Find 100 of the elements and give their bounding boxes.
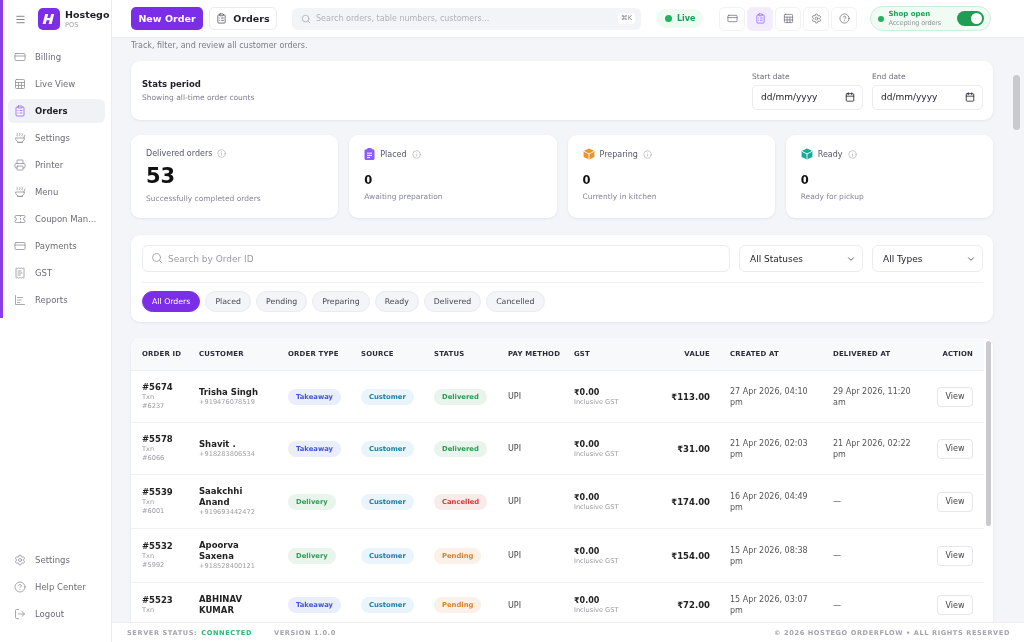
view-button[interactable]: View [937, 491, 973, 512]
calendar-icon[interactable] [845, 91, 855, 102]
order-value: ₹113.00 [671, 391, 710, 402]
menu-icon[interactable] [15, 13, 26, 25]
stat-label: Ready [817, 149, 843, 159]
date-field[interactable]: dd/mm/yyyy [872, 84, 983, 110]
customer-name: Shavit . [199, 438, 236, 450]
order-id: #5532 [142, 541, 173, 552]
status-select[interactable]: All Statuses [739, 245, 863, 272]
view-button[interactable]: View [937, 438, 973, 459]
receipt-icon [14, 267, 26, 279]
clipboard-icon [216, 13, 228, 24]
stat-value: 0 [800, 173, 810, 187]
toolbar-button[interactable] [747, 6, 774, 31]
info-icon [217, 149, 227, 158]
orders-button[interactable]: Orders [209, 7, 277, 30]
sidebar-item[interactable]: Settings [8, 548, 105, 572]
sidebar-item[interactable]: Billing [8, 45, 105, 69]
customer-name: Trisha Singh [199, 386, 258, 398]
sidebar-item[interactable]: Reports [8, 288, 105, 312]
pay-method: UPI [508, 550, 522, 561]
settings-icon [14, 554, 26, 566]
info-icon [642, 149, 652, 159]
clipboard-icon [14, 105, 26, 117]
pay-method: UPI [508, 391, 522, 402]
settings-icon [811, 13, 822, 24]
sidebar-item[interactable]: Orders [8, 99, 105, 123]
sidebar-item[interactable]: Payments [8, 234, 105, 258]
sidebar-item[interactable]: GST [8, 261, 105, 285]
logo-icon [38, 8, 60, 30]
created-at: 27 Apr 2026, 04:10 pm [730, 385, 809, 408]
sidebar-item[interactable]: Settings [8, 126, 105, 150]
scrollbar-thumb[interactable] [1013, 75, 1020, 130]
sidebar-item[interactable]: Help Center [8, 575, 105, 599]
pay-method: UPI [508, 496, 522, 507]
view-button[interactable]: View [937, 545, 973, 566]
sidebar-item[interactable]: Printer [8, 153, 105, 177]
view-button[interactable]: View [937, 386, 973, 407]
gst-amount: ₹0.00 [574, 545, 600, 557]
period-title: Stats period [142, 78, 202, 90]
help-icon [839, 13, 850, 24]
date-field[interactable]: dd/mm/yyyy [752, 84, 863, 110]
created-at: 15 Apr 2026, 03:07 pm [730, 594, 809, 616]
info-icon [847, 149, 857, 159]
search-field[interactable]: Search by Order ID [142, 245, 730, 272]
help-icon [14, 581, 26, 593]
view-button[interactable]: View [937, 595, 973, 615]
search-icon [151, 252, 163, 264]
new-order-button[interactable]: New Order [131, 7, 203, 30]
pay-method: UPI [508, 443, 522, 454]
toolbar-button[interactable] [775, 6, 802, 31]
app-name: Hostego [65, 8, 110, 21]
delivered-at: — [833, 496, 841, 507]
page-subtitle: Track, filter, and review all customer orders. [131, 40, 309, 52]
order-id: #5523 [142, 595, 173, 606]
delivered-at: 29 Apr 2026, 11:20 am [833, 385, 912, 408]
stat-value: 53 [146, 164, 177, 188]
sidebar-item[interactable]: Coupon Man... [8, 207, 105, 231]
stat-label: Preparing [599, 149, 638, 159]
order-value: ₹31.00 [677, 443, 710, 454]
type-select[interactable]: All Types [872, 245, 983, 272]
stat-label: Delivered orders [146, 149, 213, 158]
created-at: 21 Apr 2026, 02:03 pm [730, 437, 809, 460]
table-icon [783, 13, 794, 24]
info-icon [411, 149, 421, 159]
card-icon [727, 13, 738, 24]
sidebar-item[interactable]: Logout [8, 602, 105, 626]
toolbar-button[interactable] [803, 6, 830, 31]
customer-name: Saakchhi Anand [199, 486, 244, 508]
order-id: #5674 [142, 382, 173, 393]
bar-chart-icon [14, 294, 26, 306]
card-icon [14, 240, 26, 252]
toolbar-button[interactable] [831, 6, 858, 31]
customer-name: ABHINAV KUMAR [199, 594, 244, 616]
gst-amount: ₹0.00 [574, 491, 600, 503]
order-id: #5539 [142, 487, 173, 498]
ticket-icon [14, 213, 26, 225]
pay-method: UPI [508, 599, 522, 611]
delivered-at: — [833, 599, 841, 611]
order-value: ₹174.00 [671, 496, 710, 507]
gst-amount: ₹0.00 [574, 595, 600, 606]
customer-name: Apoorva Saxena [199, 540, 240, 562]
scrollbar-thumb[interactable] [986, 341, 991, 526]
bowl-icon [14, 132, 26, 144]
logout-icon [14, 608, 26, 620]
search-icon [301, 13, 311, 24]
gst-amount: ₹0.00 [574, 386, 600, 398]
toolbar-button[interactable] [719, 6, 746, 31]
created-at: 15 Apr 2026, 08:38 pm [730, 544, 809, 567]
created-at: 16 Apr 2026, 04:49 pm [730, 490, 809, 513]
stat-value: 0 [582, 173, 592, 187]
shop-toggle[interactable] [957, 11, 985, 26]
stat-label: Placed [380, 149, 407, 159]
sidebar-item[interactable]: Live View [8, 72, 105, 96]
delivered-at: — [833, 550, 841, 561]
sidebar-item[interactable]: Menu [8, 180, 105, 204]
printer-icon [14, 159, 26, 171]
delivered-at: 21 Apr 2026, 02:22 pm [833, 437, 912, 460]
order-id: #5578 [142, 434, 173, 445]
calendar-icon[interactable] [965, 91, 975, 102]
